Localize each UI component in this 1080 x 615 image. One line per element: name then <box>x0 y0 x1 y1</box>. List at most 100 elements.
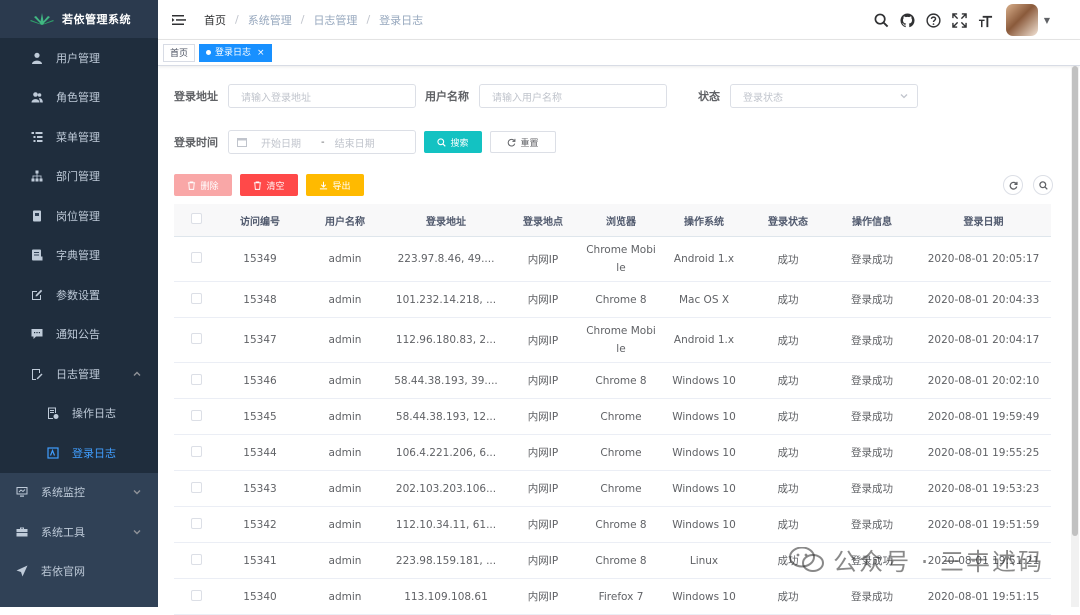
ipaddr-input[interactable]: 请输入登录地址 <box>228 84 416 108</box>
column-header[interactable]: 操作信息 <box>828 213 916 228</box>
row-checkbox[interactable] <box>190 481 202 493</box>
refresh-table-button[interactable] <box>1003 175 1023 195</box>
sidebar-item-post[interactable]: 岗位管理 <box>0 196 158 236</box>
username-input[interactable]: 请输入用户名称 <box>479 84 667 108</box>
table-row[interactable]: 15347 admin 112.96.180.83, 2... 内网IP Chrome … <box>174 318 1051 363</box>
column-header[interactable]: 登录日期 <box>916 213 1051 228</box>
table-cell: 登录成功 <box>851 519 893 531</box>
select-all-checkbox[interactable] <box>190 213 202 224</box>
sidebar-item-notice[interactable]: 通知公告 <box>0 314 158 354</box>
column-header[interactable]: 访问编号 <box>218 213 302 228</box>
caret-down-icon[interactable]: ▼ <box>1044 16 1050 25</box>
start-date-input[interactable]: 开始日期 <box>261 135 321 150</box>
row-checkbox[interactable] <box>190 589 202 601</box>
table-row[interactable]: 15342 admin 112.10.34.11, 61... 内网IP Chrome … <box>174 507 1051 543</box>
chevron-down-icon <box>899 91 909 101</box>
row-select-cell <box>174 445 218 460</box>
column-header[interactable]: 登录地址 <box>388 213 504 228</box>
sidebar-item-label: 若依官网 <box>41 565 85 579</box>
status-select[interactable]: 登录状态 <box>730 84 918 108</box>
tag-logininfor[interactable]: 登录日志 × <box>199 43 272 62</box>
table-cell: 15342 <box>243 518 277 531</box>
row-checkbox[interactable] <box>190 553 202 565</box>
search-button[interactable]: 搜索 <box>424 131 482 153</box>
sidebar-item-config[interactable]: 参数设置 <box>0 275 158 315</box>
export-button[interactable]: 导出 <box>306 174 364 196</box>
column-header[interactable]: 登录地点 <box>504 213 582 228</box>
question-icon[interactable] <box>926 12 942 28</box>
reset-button-label: 重置 <box>520 138 539 149</box>
search-form-row: 登录时间 开始日期 - 结束日期 搜索 重置 <box>174 130 556 154</box>
row-checkbox[interactable] <box>190 445 202 457</box>
sidebar-item-guide[interactable]: 若依官网 <box>0 552 158 592</box>
post-icon <box>30 209 44 223</box>
row-checkbox[interactable] <box>190 333 202 344</box>
sidebar-item-label: 日志管理 <box>56 367 100 381</box>
sidebar-item-monitor[interactable]: 系统监控 <box>0 473 158 513</box>
vertical-scrollbar[interactable] <box>1071 66 1079 607</box>
search-icon[interactable] <box>874 12 890 28</box>
end-date-input[interactable]: 结束日期 <box>335 135 375 150</box>
hamburger-icon[interactable] <box>172 13 186 27</box>
table-row[interactable]: 15345 admin 58.44.38.193, 12... 内网IP Chrome W… <box>174 399 1051 435</box>
table-cell: 成功 <box>777 294 799 306</box>
table-row[interactable]: 15340 admin 113.109.108.61 内网IP Firefox 7 Win… <box>174 579 1051 615</box>
avatar[interactable] <box>1005 4 1038 36</box>
sidebar-item-label: 参数设置 <box>56 288 100 302</box>
fullscreen-icon[interactable] <box>952 12 968 28</box>
github-icon[interactable] <box>900 12 916 28</box>
table-cell: 15341 <box>243 554 277 567</box>
date-range-picker[interactable]: 开始日期 - 结束日期 <box>228 130 416 154</box>
tree-icon <box>30 169 44 183</box>
row-select-cell <box>174 373 218 388</box>
row-checkbox[interactable] <box>190 252 202 263</box>
column-header[interactable]: 浏览器 <box>582 213 660 228</box>
row-checkbox[interactable] <box>190 517 202 529</box>
table-cell: 202.103.203.106... <box>395 482 497 495</box>
close-icon[interactable]: × <box>257 44 265 62</box>
clear-button[interactable]: 清空 <box>240 174 298 196</box>
sidebar-item-role[interactable]: 角色管理 <box>0 77 158 117</box>
tag-home[interactable]: 首页 <box>163 43 196 62</box>
sidebar-item-tool[interactable]: 系统工具 <box>0 512 158 552</box>
logo[interactable]: 若依管理系统 <box>0 0 158 38</box>
table-row[interactable]: 15344 admin 106.4.221.206, 6... 内网IP Chrome W… <box>174 435 1051 471</box>
table-cell: 内网IP <box>527 253 559 266</box>
toggle-search-button[interactable] <box>1033 175 1053 195</box>
sidebar-item-operlog[interactable]: 操作日志 <box>0 393 158 433</box>
table-row[interactable]: 15346 admin 58.44.38.193, 39.... 内网IP Chrome… <box>174 363 1051 399</box>
row-checkbox[interactable] <box>190 292 202 304</box>
table-row[interactable]: 15348 admin 101.232.14.218, ... 内网IP Chrome … <box>174 282 1051 318</box>
scrollbar-thumb[interactable] <box>1072 66 1078 536</box>
breadcrumb-log: 日志管理 <box>313 13 358 27</box>
calendar-icon <box>237 138 247 147</box>
sidebar-item-user[interactable]: 用户管理 <box>0 38 158 78</box>
table-cell: Chrome 8 <box>595 518 647 531</box>
font-size-icon[interactable] <box>978 12 994 28</box>
sidebar-item-logininfor[interactable]: 登录日志 <box>0 433 158 473</box>
table-cell: Chrome 8 <box>595 293 647 306</box>
watermark: 公众号 · 三丰述码 <box>789 542 1044 577</box>
table-cell: Windows 10 <box>672 374 736 387</box>
column-header[interactable]: 登录状态 <box>748 213 828 228</box>
table-cell: 2020-08-01 19:53:23 <box>927 482 1040 495</box>
row-checkbox[interactable] <box>190 373 202 385</box>
table-cell: 内网IP <box>527 447 559 459</box>
reset-button[interactable]: 重置 <box>490 131 556 153</box>
sidebar-item-log[interactable]: 日志管理 <box>0 354 158 394</box>
breadcrumb-home[interactable]: 首页 <box>204 12 226 28</box>
delete-button[interactable]: 删除 <box>174 174 232 196</box>
ruoyi-logo-icon <box>30 13 54 25</box>
table-cell: 15345 <box>243 410 277 423</box>
sidebar-item-dict[interactable]: 字典管理 <box>0 235 158 275</box>
column-header[interactable]: 操作系统 <box>660 213 748 228</box>
column-header[interactable]: 用户名称 <box>302 213 388 228</box>
row-checkbox[interactable] <box>190 409 202 421</box>
search-icon <box>437 137 447 147</box>
breadcrumb-current: 登录日志 <box>379 13 424 27</box>
sidebar-item-menu[interactable]: 菜单管理 <box>0 117 158 157</box>
table-cell: Chrome <box>600 446 642 459</box>
table-row[interactable]: 15343 admin 202.103.203.106... 内网IP Chrome Wi… <box>174 471 1051 507</box>
sidebar-item-dept[interactable]: 部门管理 <box>0 156 158 196</box>
table-row[interactable]: 15349 admin 223.97.8.46, 49.... 内网IP Chrome … <box>174 237 1051 282</box>
